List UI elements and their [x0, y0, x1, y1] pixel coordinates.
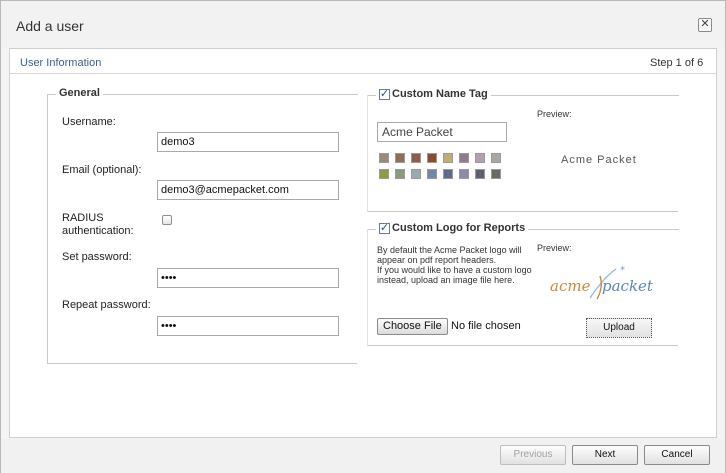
- username-input[interactable]: demo3: [157, 132, 339, 152]
- color-swatch[interactable]: [379, 169, 389, 179]
- color-swatch[interactable]: [411, 169, 421, 179]
- repeat-password-label: Repeat password:: [62, 299, 151, 311]
- logo-description-line1: By default the Acme Packet logo will app…: [377, 245, 522, 265]
- logo-preview-label: Preview:: [537, 243, 572, 253]
- radius-checkbox[interactable]: [162, 215, 172, 225]
- color-swatch[interactable]: [427, 169, 437, 179]
- general-legend: General: [56, 87, 103, 99]
- name-tag-preview-label: Preview:: [537, 109, 572, 119]
- choose-file-button[interactable]: Choose File: [377, 318, 448, 335]
- color-swatch[interactable]: [459, 169, 469, 179]
- next-button[interactable]: Next: [572, 445, 638, 465]
- general-fieldset: General Username: demo3 Email (optional)…: [47, 87, 358, 364]
- color-swatch[interactable]: [491, 169, 501, 179]
- close-icon[interactable]: ✕: [698, 18, 712, 32]
- repeat-password-input[interactable]: ••••: [157, 316, 339, 336]
- color-swatch-grid: [379, 153, 509, 179]
- color-swatch[interactable]: [443, 153, 453, 163]
- username-label: Username:: [62, 116, 116, 128]
- dialog-titlebar: Add a user ✕: [1, 1, 725, 47]
- name-tag-panel: ✓ Custom Name Tag Acme Packet Preview: A…: [367, 88, 679, 212]
- dialog-title: Add a user: [16, 18, 84, 34]
- color-swatch[interactable]: [379, 153, 389, 163]
- password-label: Set password:: [62, 251, 132, 263]
- acme-packet-logo-icon: * acme packet: [550, 265, 654, 300]
- email-label: Email (optional):: [62, 164, 142, 176]
- name-tag-checkbox[interactable]: ✓: [379, 88, 390, 100]
- section-title: User Information: [20, 57, 102, 69]
- color-swatch[interactable]: [395, 153, 405, 163]
- radius-label-line2: authentication:: [62, 225, 134, 237]
- radius-label-line1: RADIUS: [62, 212, 104, 224]
- logo-legend-text: Custom Logo for Reports: [392, 222, 526, 234]
- color-swatch[interactable]: [395, 169, 405, 179]
- logo-text-acme: acme: [550, 277, 591, 295]
- logo-description-line2: If you would like to have a custom logo …: [377, 265, 532, 285]
- logo-legend: ✓ Custom Logo for Reports: [376, 222, 529, 234]
- name-tag-preview: Acme Packet: [561, 154, 637, 166]
- logo-description: By default the Acme Packet logo will app…: [377, 245, 532, 285]
- svg-text:*: *: [620, 265, 625, 276]
- name-tag-input[interactable]: Acme Packet: [377, 122, 507, 142]
- color-swatch[interactable]: [475, 169, 485, 179]
- name-tag-legend-text: Custom Name Tag: [392, 88, 488, 100]
- password-input[interactable]: ••••: [157, 268, 339, 288]
- name-tag-legend: ✓ Custom Name Tag: [376, 88, 491, 100]
- color-swatch[interactable]: [443, 169, 453, 179]
- color-swatch[interactable]: [411, 153, 421, 163]
- color-swatch[interactable]: [491, 153, 501, 163]
- logo-checkbox[interactable]: ✓: [379, 222, 390, 234]
- logo-panel: ✓ Custom Logo for Reports By default the…: [367, 222, 679, 346]
- color-swatch[interactable]: [427, 153, 437, 163]
- dialog-content: User Information Step 1 of 6 General Use…: [9, 48, 717, 438]
- color-swatch[interactable]: [459, 153, 469, 163]
- file-status: No file chosen: [451, 320, 521, 332]
- upload-button[interactable]: Upload: [586, 318, 652, 338]
- section-divider: [10, 73, 716, 74]
- step-indicator: Step 1 of 6: [650, 57, 704, 69]
- logo-text-packet: packet: [602, 277, 654, 295]
- email-input[interactable]: demo3@acmepacket.com: [157, 180, 339, 200]
- cancel-button[interactable]: Cancel: [644, 445, 710, 465]
- add-user-dialog: Add a user ✕ User Information Step 1 of …: [0, 0, 726, 473]
- previous-button[interactable]: Previous: [500, 445, 566, 465]
- color-swatch[interactable]: [475, 153, 485, 163]
